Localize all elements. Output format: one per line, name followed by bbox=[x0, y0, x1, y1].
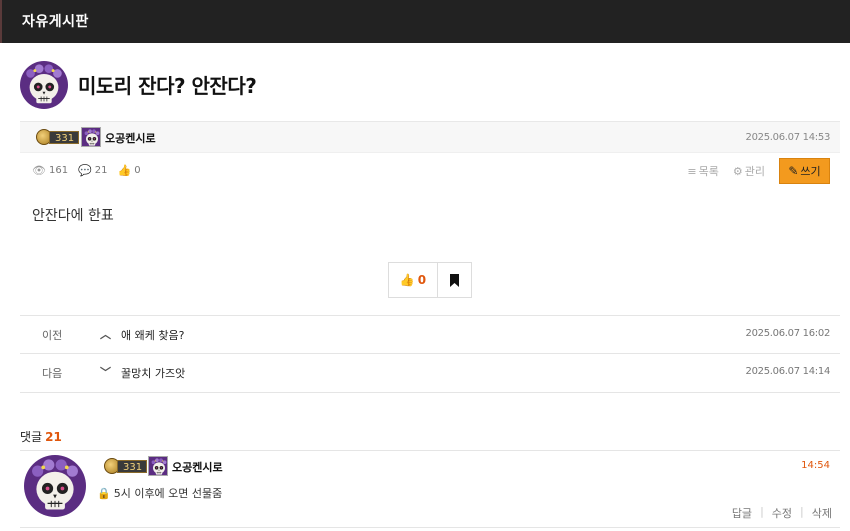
like-count: 👍 0 bbox=[117, 164, 141, 177]
post-author-avatar[interactable] bbox=[20, 61, 68, 109]
comment-actions: 답글 | 수정 | 삭제 bbox=[724, 505, 840, 521]
prev-post-title[interactable]: 애 왜케 찾음? bbox=[121, 327, 184, 343]
chevron-down-icon: ﹀ bbox=[100, 366, 111, 379]
comment-level-number: 331 bbox=[117, 459, 148, 473]
write-button[interactable]: ✎ 쓰기 bbox=[779, 158, 830, 184]
manage-button[interactable]: ⚙ 관리 bbox=[733, 163, 765, 179]
vote-box: 👍 0 bbox=[388, 262, 472, 298]
comment-author-name[interactable]: 오공켄시로 bbox=[172, 459, 223, 475]
thumbs-up-icon: 👍 bbox=[117, 164, 132, 177]
comment-author-avatar[interactable] bbox=[24, 455, 86, 517]
like-button[interactable]: 👍 0 bbox=[389, 263, 438, 297]
level-badge: 331 bbox=[36, 129, 80, 145]
chevron-up-icon: ︿ bbox=[100, 328, 111, 341]
thumbs-up-icon: 👍 bbox=[399, 273, 415, 287]
next-post-date: 2025.06.07 14:14 bbox=[745, 366, 831, 377]
list-button[interactable]: ≡ 목록 bbox=[687, 163, 718, 179]
post-date: 2025.06.07 14:53 bbox=[745, 132, 831, 143]
comments-header: 댓글 21 bbox=[20, 428, 62, 445]
prev-label: 이전 bbox=[42, 329, 63, 342]
post-stats: 👁 161 💬 21 👍 0 bbox=[32, 164, 151, 177]
board-header: 자유게시판 bbox=[0, 0, 850, 43]
post-title: 미도리 잔다? 안잔다? bbox=[78, 74, 257, 98]
comment-time: 14:54 bbox=[801, 460, 830, 471]
post-author-bar: 331 오공켄시로 2025.06.07 14:53 bbox=[20, 121, 840, 153]
comments-count: 21 bbox=[45, 430, 62, 444]
author-name[interactable]: 오공켄시로 bbox=[105, 130, 156, 146]
prev-post-row[interactable]: 이전 ︿ 애 왜케 찾음? 2025.06.07 16:02 bbox=[20, 315, 840, 353]
edit-button[interactable]: 수정 bbox=[764, 505, 800, 521]
next-label: 다음 bbox=[42, 367, 63, 380]
lock-icon: 🔒 bbox=[97, 486, 111, 500]
comment-icon: 💬 bbox=[78, 164, 92, 177]
view-count: 👁 161 bbox=[32, 164, 69, 177]
comment-mini-avatar[interactable] bbox=[148, 456, 168, 476]
comment-text: 🔒 5시 이후에 오면 선물줌 bbox=[97, 486, 223, 501]
author-mini-avatar[interactable] bbox=[81, 127, 101, 147]
pencil-icon: ✎ bbox=[788, 164, 799, 178]
next-post-row[interactable]: 다음 ﹀ 꿀망치 가즈앗 2025.06.07 14:14 bbox=[20, 353, 840, 391]
board-title[interactable]: 자유게시판 bbox=[22, 11, 89, 31]
post-tools: ≡ 목록 ⚙ 관리 ✎ 쓰기 bbox=[687, 158, 830, 184]
bookmark-button[interactable] bbox=[438, 263, 471, 297]
nav-divider bbox=[20, 392, 840, 393]
eye-icon: 👁 bbox=[32, 164, 46, 177]
list-icon: ≡ bbox=[687, 164, 697, 178]
post-body: 안잔다에 한표 bbox=[32, 208, 114, 224]
gear-icon: ⚙ bbox=[732, 164, 743, 178]
next-post-title[interactable]: 꿀망치 가즈앗 bbox=[121, 365, 185, 381]
level-number: 331 bbox=[49, 130, 80, 144]
prev-post-date: 2025.06.07 16:02 bbox=[745, 328, 831, 339]
reply-button[interactable]: 답글 bbox=[724, 505, 760, 521]
comment-divider bbox=[20, 527, 840, 528]
comment-level-badge: 331 bbox=[104, 458, 148, 474]
comment-count: 💬 21 bbox=[78, 164, 108, 177]
delete-button[interactable]: 삭제 bbox=[804, 505, 840, 521]
comments-divider bbox=[20, 450, 840, 451]
comments-label: 댓글 bbox=[20, 430, 43, 444]
bookmark-icon bbox=[450, 273, 459, 287]
like-button-count: 0 bbox=[417, 273, 427, 287]
